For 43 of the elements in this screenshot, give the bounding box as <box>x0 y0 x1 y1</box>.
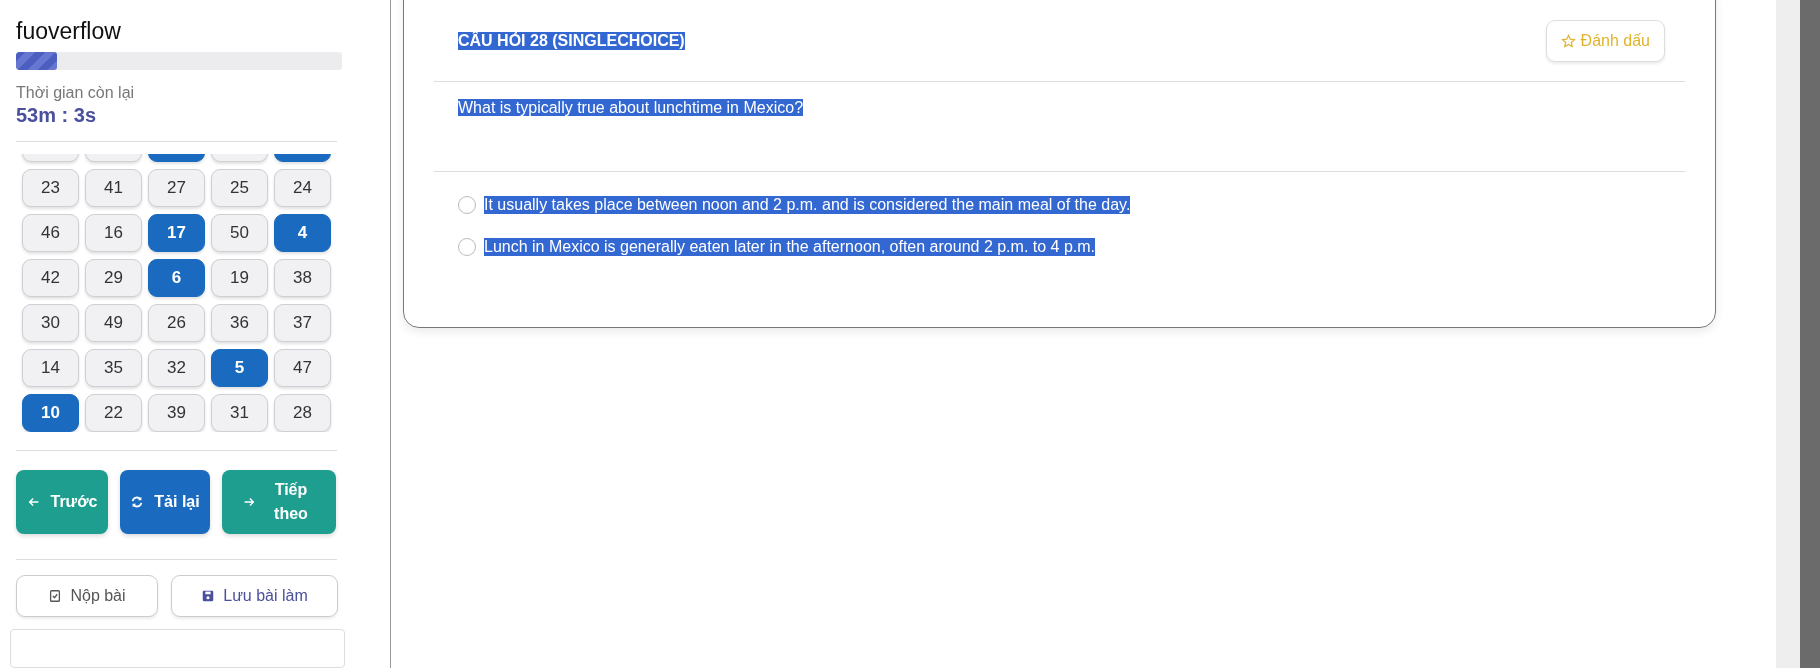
time-label: Thời gian còn lại <box>16 83 136 102</box>
question-number-button[interactable]: 35 <box>85 348 142 387</box>
question-number-button[interactable]: 25 <box>211 168 268 207</box>
question-number-button[interactable]: 29 <box>85 258 142 297</box>
question-number-button[interactable]: 36 <box>211 303 268 342</box>
question-number-button[interactable]: 39 <box>148 393 205 432</box>
answer-option[interactable]: Lunch in Mexico is generally eaten later in the afternoon, often around 2 p.m. to 4 p.m. <box>484 238 1096 256</box>
question-number-button[interactable]: 14 <box>22 348 79 387</box>
reload-icon <box>130 494 145 509</box>
question-number-button[interactable]: 22 <box>85 393 142 432</box>
question-number-button[interactable]: 38 <box>274 258 331 297</box>
question-number-button[interactable]: 27 <box>148 168 205 207</box>
question-number-button[interactable]: 30 <box>22 303 79 342</box>
question-number-button[interactable]: 26 <box>148 303 205 342</box>
question-number-button[interactable]: 41 <box>85 168 142 207</box>
question-number-button[interactable]: 23 <box>22 168 79 207</box>
question-number-button[interactable]: 37 <box>274 303 331 342</box>
time-remaining: 53m : 3s <box>16 103 98 127</box>
question-number-button[interactable]: 28 <box>274 393 331 432</box>
question-number-button[interactable]: 19 <box>211 258 268 297</box>
question-number-button[interactable]: 42 <box>22 258 79 297</box>
star-icon <box>1560 33 1576 49</box>
question-number-button[interactable]: 50 <box>211 213 268 252</box>
question-number-button[interactable]: 24 <box>274 168 331 207</box>
question-number-button[interactable]: 4 <box>274 213 331 252</box>
clipboard-check-icon <box>48 588 63 603</box>
question-number-button[interactable]: 10 <box>22 393 79 432</box>
question-number-button[interactable]: 46 <box>22 213 79 252</box>
answer-option[interactable]: It usually takes place between noon and 2 p.m. and is considered the main meal of the day. <box>484 196 1131 214</box>
question-heading: CÂU HỎI 28 (SINGLECHOICE) <box>458 32 685 50</box>
save-button[interactable]: Lưu bài làm <box>171 574 338 617</box>
question-number-button[interactable]: 6 <box>148 258 205 297</box>
question-number-button[interactable]: 32 <box>148 348 205 387</box>
question-text: What is typically true about lunchtime in Mexico? <box>458 99 804 116</box>
app-title: fuoverflow <box>16 18 122 45</box>
question-number-button[interactable]: 31 <box>211 393 268 432</box>
question-number-button[interactable]: 17 <box>148 213 205 252</box>
question-number-button[interactable]: 16 <box>85 213 142 252</box>
submit-button[interactable]: Nộp bài <box>16 574 158 617</box>
question-number-button[interactable]: 47 <box>274 348 331 387</box>
reload-button[interactable]: Tải lại <box>120 469 210 534</box>
question-number-button[interactable]: 49 <box>85 303 142 342</box>
question-number-button[interactable]: 5 <box>211 348 268 387</box>
